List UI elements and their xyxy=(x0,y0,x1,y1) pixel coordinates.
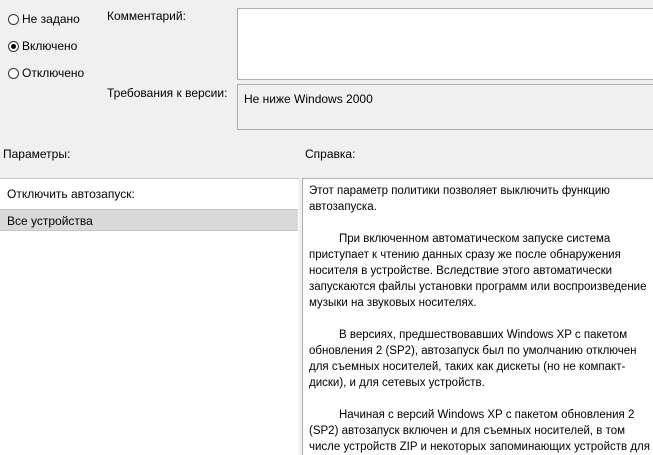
autorun-drives-dropdown-value: Все устройства xyxy=(7,214,93,228)
supported-on-field: Не ниже Windows 2000 xyxy=(237,84,653,130)
autorun-option-heading: Отключить автозапуск: xyxy=(7,187,135,201)
help-pane-title: Справка: xyxy=(305,147,356,161)
radio-not-configured-circle[interactable] xyxy=(8,13,19,25)
comment-textarea[interactable] xyxy=(237,8,653,80)
radio-not-configured-label: Не задано xyxy=(22,12,80,26)
radio-enabled-circle[interactable] xyxy=(8,40,19,52)
help-paragraph: При включенном автоматическом запуске си… xyxy=(309,233,647,309)
help-paragraph: Этот параметр политики позволяет выключи… xyxy=(309,185,610,213)
radio-disabled-circle[interactable] xyxy=(8,67,19,79)
radio-enabled-label: Включено xyxy=(22,39,78,53)
help-paragraph: Начиная с версий Windows XP с пакетом об… xyxy=(309,409,650,453)
supported-on-label: Требования к версии: xyxy=(107,86,228,100)
autorun-drives-dropdown[interactable]: Все устройства xyxy=(0,209,298,231)
radio-disabled[interactable]: Отключено xyxy=(8,65,84,81)
radio-enabled[interactable]: Включено xyxy=(8,38,77,54)
radio-not-configured[interactable]: Не задано xyxy=(8,11,80,27)
supported-on-value: Не ниже Windows 2000 xyxy=(244,92,373,106)
help-text: Этот параметр политики позволяет выключи… xyxy=(309,183,651,455)
help-pane[interactable]: Этот параметр политики позволяет выключи… xyxy=(302,178,653,455)
options-pane-title: Параметры: xyxy=(3,147,71,161)
radio-disabled-label: Отключено xyxy=(22,66,85,80)
help-paragraph: В версиях, предшествовавших Windows XP с… xyxy=(309,329,637,389)
comment-label: Комментарий: xyxy=(107,9,186,23)
options-pane: Отключить автозапуск: Все устройства xyxy=(0,178,299,455)
